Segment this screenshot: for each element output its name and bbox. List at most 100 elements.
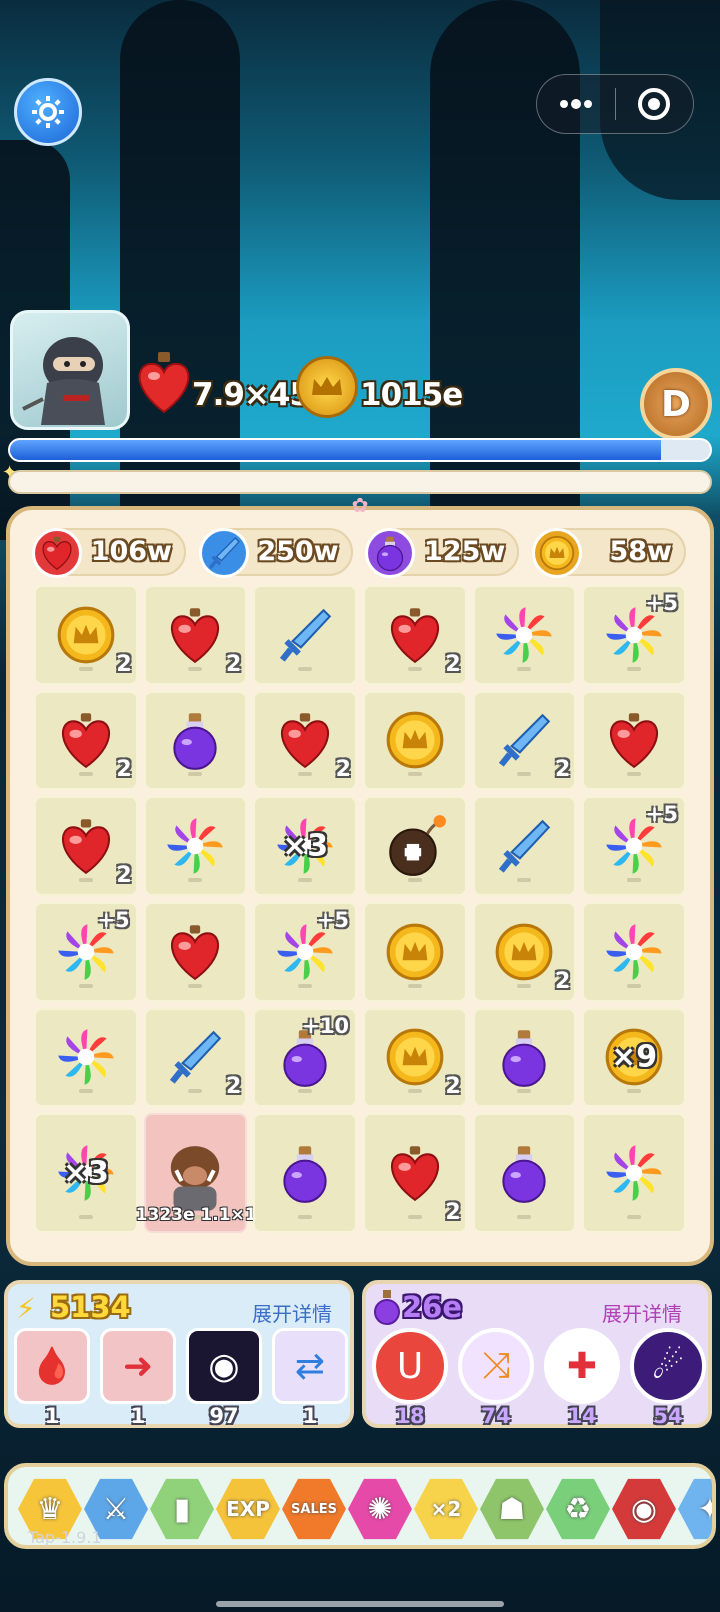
potion-item-icon [173, 713, 218, 771]
hp-progress-fill [10, 440, 661, 460]
version-label: Tap-1.9.1 [28, 1528, 102, 1547]
ninja-tab-button[interactable]: ◉ [612, 1478, 676, 1540]
grid-cell[interactable]: +5 [253, 901, 357, 1002]
grid-cell[interactable] [143, 796, 248, 896]
grid-cell[interactable]: 2 [472, 901, 577, 1002]
grid-cell[interactable] [472, 796, 577, 896]
skill-count: 1 [302, 1404, 318, 1428]
golem-tab-button[interactable]: ☗ [480, 1478, 544, 1540]
sparkle-icon: ✦ [2, 462, 18, 483]
exp-icon: EXP [226, 1497, 270, 1521]
grid-cell[interactable]: 2 [34, 585, 138, 685]
hearts-value: 7.9×45 [192, 377, 311, 413]
swap-arrows-skill-button[interactable]: ⇄ [272, 1328, 348, 1404]
settings-button[interactable] [14, 78, 82, 146]
rank-badge[interactable]: D [640, 368, 712, 440]
heart-icon [32, 528, 82, 578]
grid-cell[interactable] [362, 901, 467, 1002]
potion-icon [365, 528, 416, 578]
grid-cell[interactable] [472, 1113, 577, 1233]
grid-cell[interactable]: 1323e 1.1×12 [136, 1113, 268, 1233]
grid-cell[interactable]: +10 [253, 1007, 357, 1108]
double-blocks-tab-button[interactable]: ×2 [414, 1478, 478, 1540]
grid-cell[interactable]: 2 [34, 796, 138, 896]
grid-cell[interactable] [582, 690, 686, 791]
item-count: 2 [555, 757, 571, 783]
grid-cell[interactable]: 2 [362, 1113, 467, 1233]
heart-item-icon [61, 713, 110, 769]
grid-cell[interactable] [472, 585, 577, 685]
grid-cell[interactable]: 2 [143, 1007, 248, 1108]
item-count: 2 [555, 968, 571, 994]
grid-cell[interactable] [582, 901, 686, 1002]
double-blocks-icon: ×2 [430, 1497, 462, 1521]
heart-item-icon [281, 713, 330, 769]
close-mini-program-button[interactable] [616, 75, 694, 133]
grid-cell[interactable] [253, 585, 357, 685]
grid-cell[interactable]: 2 [362, 585, 467, 685]
grid-cell[interactable] [582, 1113, 686, 1233]
heart-stat-icon [134, 352, 194, 416]
grid-cell[interactable]: +5 [582, 585, 686, 685]
heart-item-icon [171, 925, 220, 980]
energy-value: 5134 [50, 1290, 131, 1324]
potion-item-icon [283, 1146, 327, 1204]
item-multiplier: ×3 [62, 1155, 109, 1191]
crystal-sword-tab-button[interactable]: ✦ [678, 1478, 712, 1540]
heart-item-icon [61, 819, 110, 875]
bottom-toolbar: ♛ ⚔ ▮ EXP SALES ✺ ×2 ☗ ♻ ◉ ✦ [4, 1463, 716, 1549]
energy-panel: ⚡ 5134 展开详情 🩸 1 ➜ 1 ◉ 97 ⇄ 1 [4, 1280, 354, 1428]
more-button[interactable] [537, 75, 615, 133]
item-bonus: +5 [97, 907, 130, 932]
grid-cell[interactable] [362, 690, 467, 791]
swirl-tab-button[interactable]: ✺ [348, 1478, 412, 1540]
grid-cell[interactable] [143, 901, 248, 1002]
shuffle-skill-button[interactable]: ⤨ [458, 1328, 534, 1404]
left-expand-link[interactable]: 展开详情 [252, 1298, 332, 1327]
grid-cell[interactable]: 2 [34, 690, 138, 791]
resource-pill-heart: 106w [32, 528, 186, 578]
grid-cell[interactable]: 2 [472, 690, 577, 791]
item-bonus: +5 [645, 802, 678, 827]
grid-cell[interactable]: ×3 [253, 796, 357, 896]
gold-coin-icon [296, 356, 358, 418]
item-count: 2 [226, 1074, 242, 1100]
resource-value: 58w [609, 536, 672, 567]
heal-cross-skill-button[interactable]: ✚ [544, 1328, 620, 1404]
blood-transform-skill-button[interactable]: ➜ [100, 1328, 176, 1404]
grid-cell[interactable] [362, 796, 467, 896]
right-expand-link[interactable]: 展开详情 [602, 1298, 682, 1327]
potion-item-icon [502, 1030, 547, 1088]
item-count: 2 [445, 1074, 461, 1100]
grid-cell[interactable] [34, 1007, 138, 1108]
exp-tab-button[interactable]: EXP [216, 1478, 280, 1540]
comet-skill-button[interactable]: ☄ [630, 1328, 706, 1404]
grid-cell[interactable] [472, 1007, 577, 1108]
skill-count: 14 [567, 1404, 597, 1428]
grid-cell[interactable]: 2 [143, 585, 248, 685]
item-count: 2 [116, 757, 132, 783]
grid-cell[interactable] [143, 690, 248, 791]
resource-value: 106w [90, 536, 172, 567]
recycle-tab-button[interactable]: ♻ [546, 1478, 610, 1540]
blood-transform-icon: ➜ [122, 1345, 154, 1387]
grid-cell[interactable]: +5 [34, 901, 138, 1002]
grid-cell[interactable] [253, 1113, 357, 1233]
black-hole-skill-button[interactable]: ◉ [186, 1328, 262, 1404]
sales-tag-icon: SALES [291, 1501, 337, 1517]
battery-tab-button[interactable]: ▮ [150, 1478, 214, 1540]
player-avatar[interactable] [10, 310, 130, 430]
item-bonus: +5 [316, 907, 349, 932]
item-bonus: +10 [302, 1013, 349, 1038]
blood-bag-skill-button[interactable]: 🩸 [14, 1328, 90, 1404]
resource-value: 250w [257, 536, 339, 567]
grid-cell[interactable]: ×3 [34, 1113, 138, 1233]
sales-tag-tab-button[interactable]: SALES [282, 1478, 346, 1540]
grid-cell[interactable]: ×9 [582, 1007, 686, 1108]
grid-cell[interactable]: 2 [362, 1007, 467, 1108]
grid-cell[interactable]: +5 [582, 796, 686, 896]
magnet-skill-button[interactable]: U [372, 1328, 448, 1404]
bomb-item-icon [389, 815, 446, 877]
grid-cell[interactable]: 2 [253, 690, 357, 791]
merge-grid: 2 2 2 +5 2 2 2 2 ×3 +5 +5 +5 2 2 +10 2 ×9 ×3 1323e 1.1×12 2 [34, 585, 686, 1233]
